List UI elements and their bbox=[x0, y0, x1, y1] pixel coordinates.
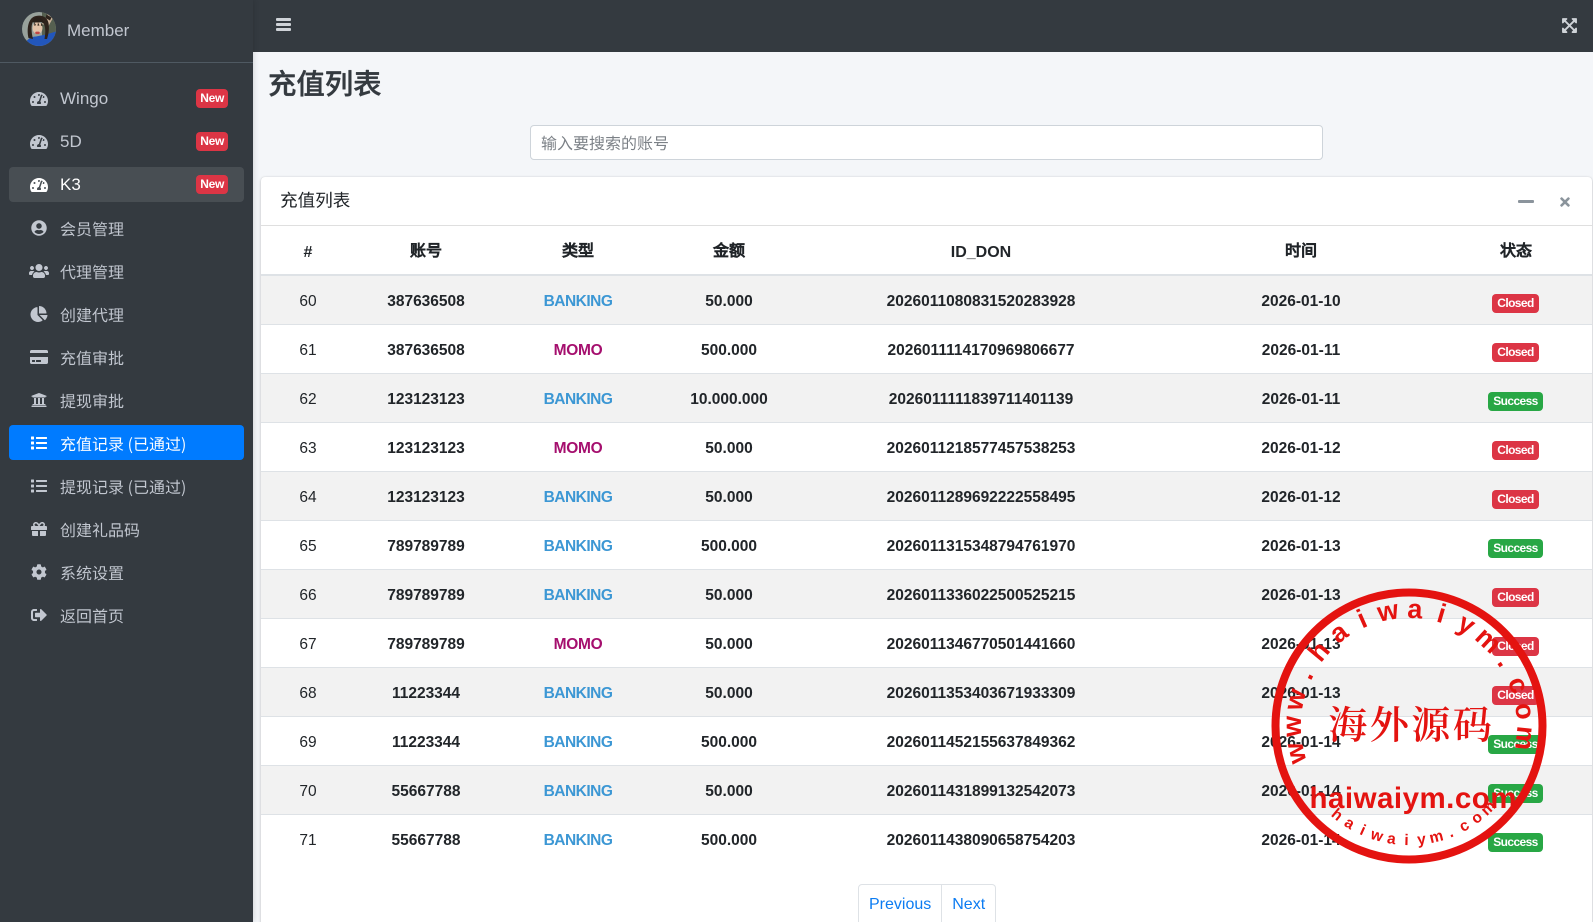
svg-text:i: i bbox=[1353, 604, 1372, 634]
svg-text:i: i bbox=[1357, 822, 1368, 839]
svg-text:a: a bbox=[1386, 830, 1397, 848]
svg-text:i: i bbox=[1434, 598, 1450, 629]
svg-text:w: w bbox=[1278, 739, 1313, 768]
svg-text:a: a bbox=[1324, 615, 1355, 649]
svg-text:.: . bbox=[1492, 649, 1521, 672]
svg-text:w: w bbox=[1278, 685, 1312, 714]
svg-text:haiwaiym.com: haiwaiym.com bbox=[1310, 782, 1517, 815]
svg-text:.: . bbox=[1289, 664, 1319, 684]
svg-text:m: m bbox=[1428, 827, 1445, 847]
svg-text:w: w bbox=[1374, 594, 1402, 628]
svg-text:w: w bbox=[1277, 715, 1307, 738]
svg-text:w: w bbox=[1368, 826, 1386, 846]
svg-text:m: m bbox=[1509, 725, 1541, 752]
svg-text:c: c bbox=[1456, 817, 1472, 836]
svg-text:a: a bbox=[1407, 594, 1424, 625]
svg-text:o: o bbox=[1509, 701, 1541, 721]
svg-text:a: a bbox=[1341, 814, 1358, 833]
svg-text:i: i bbox=[1404, 832, 1409, 849]
svg-text:.: . bbox=[1446, 824, 1456, 841]
svg-text:y: y bbox=[1416, 831, 1427, 849]
svg-text:c: c bbox=[1502, 673, 1535, 698]
